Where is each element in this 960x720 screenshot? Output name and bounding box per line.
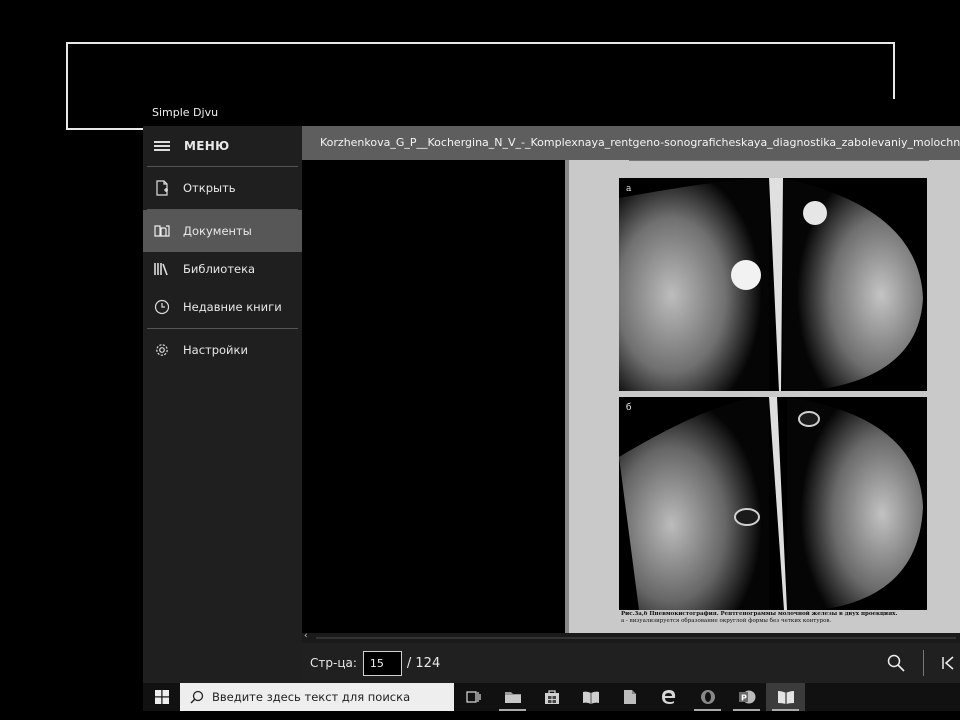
menu-title: МЕНЮ (184, 139, 230, 153)
caption-line: Рис.3а,б Пневмокистография. Рентгенограм… (621, 611, 898, 617)
scan-label-b: б (626, 403, 632, 413)
figure-caption: Рис.3а,б Пневмокистография. Рентгенограм… (621, 611, 951, 625)
library-icon (154, 261, 170, 277)
edge-icon[interactable] (649, 683, 688, 711)
mammogram-image-b: б (619, 397, 927, 610)
sidebar-item-label: Открыть (183, 181, 236, 195)
mammogram-image-a: а (619, 178, 927, 391)
sidebar-item-recent-books[interactable]: Недавние книги (143, 286, 302, 328)
file-explorer-icon[interactable] (493, 683, 532, 711)
scroll-left-icon[interactable]: ‹ (304, 631, 308, 641)
sidebar-item-library[interactable]: Библиотека (143, 248, 302, 290)
sidebar: МЕНЮ Открыть Документы Библиотека Недавн… (143, 126, 302, 683)
svg-text:P: P (741, 694, 747, 703)
search-button[interactable] (881, 648, 911, 678)
taskbar-search-box[interactable]: Введите здесь текст для поиска (180, 683, 454, 711)
scrollbar-track[interactable] (316, 637, 956, 639)
page-number-input[interactable] (362, 650, 402, 676)
open-file-icon (154, 180, 170, 196)
caption-line: а - визуализируется образование округлой… (621, 618, 832, 624)
documents-icon (154, 223, 170, 239)
document-title-bar: Korzhenkova_G_P__Kochergina_N_V_-_Komple… (302, 126, 960, 160)
gear-icon (154, 342, 170, 358)
document-page: а б Рис.3а,б Пневмокистография. Рентгено… (569, 160, 960, 633)
document-icon[interactable] (610, 683, 649, 711)
window-title: Simple Djvu (143, 99, 960, 126)
scan-label-a: а (626, 184, 632, 194)
sidebar-item-label: Недавние книги (183, 300, 282, 314)
menu-toggle[interactable]: МЕНЮ (143, 126, 302, 166)
opera-icon[interactable] (688, 683, 727, 711)
search-icon (190, 690, 204, 704)
store-icon[interactable] (532, 683, 571, 711)
page-total: / 124 (406, 655, 441, 671)
windows-logo-icon (154, 690, 169, 704)
sidebar-item-label: Документы (183, 224, 252, 238)
powerpoint-icon[interactable]: P (727, 683, 766, 711)
horizontal-scrollbar[interactable]: ‹ (302, 631, 960, 643)
document-viewer[interactable]: а б Рис.3а,б Пневмокистография. Рентгено… (302, 160, 960, 633)
start-button[interactable] (143, 683, 180, 711)
reader-icon[interactable] (571, 683, 610, 711)
search-placeholder: Введите здесь текст для поиска (212, 690, 411, 704)
first-page-icon (942, 656, 954, 670)
toolbar-divider (923, 650, 924, 676)
sidebar-item-label: Настройки (183, 343, 248, 357)
sidebar-item-settings[interactable]: Настройки (143, 329, 302, 371)
windows-taskbar: Введите здесь текст для поиска P (143, 683, 960, 711)
hamburger-icon (154, 141, 170, 151)
sidebar-item-label: Библиотека (183, 262, 256, 276)
screen-bottom-edge (143, 711, 960, 720)
first-page-button[interactable] (936, 648, 960, 678)
task-view-icon[interactable] (454, 683, 493, 711)
sidebar-item-open[interactable]: Открыть (143, 167, 302, 209)
page-label: Стр-ца: (310, 656, 357, 670)
clock-icon (154, 299, 170, 315)
djvu-reader-icon[interactable] (766, 683, 805, 711)
sidebar-item-documents[interactable]: Документы (143, 210, 302, 252)
page-navigation-bar: Стр-ца: / 124 (302, 643, 960, 683)
simple-djvu-window: Simple Djvu МЕНЮ Открыть Документы Библи… (143, 99, 960, 683)
search-icon (887, 654, 905, 672)
